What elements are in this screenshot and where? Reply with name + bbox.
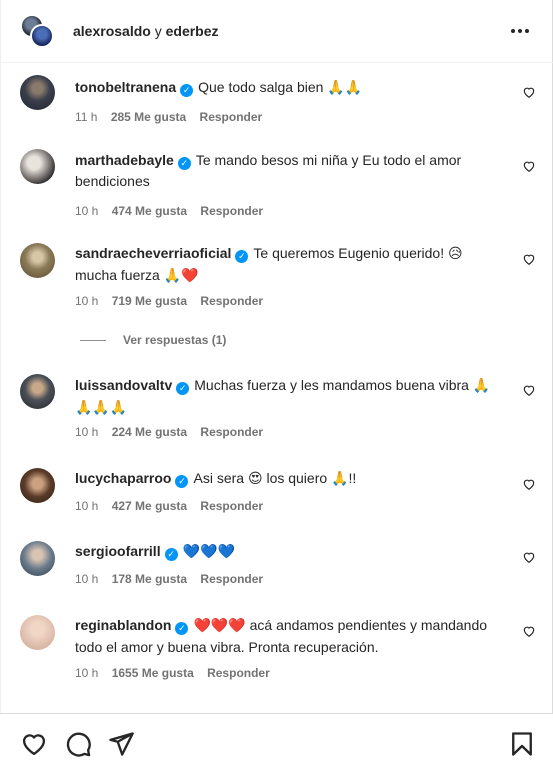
comment-username[interactable]: marthadebayle [75, 152, 174, 168]
author-username[interactable]: alexrosaldo [73, 23, 151, 39]
comment-time[interactable]: 10 h [75, 294, 98, 308]
post-header: alexrosaldo y ederbez [0, 0, 553, 63]
heart-outline-icon[interactable] [520, 622, 538, 640]
paper-plane-icon[interactable] [107, 730, 135, 758]
verified-badge-icon: ✓ [175, 622, 189, 635]
collab-avatars[interactable] [20, 14, 56, 50]
comment-text: Te queremos Eugenio querido! [253, 245, 445, 261]
comment-time[interactable]: 10 h [75, 499, 98, 513]
verified-badge-icon: ✓ [180, 84, 194, 97]
heart-outline-icon[interactable] [520, 548, 538, 566]
post-authors: alexrosaldo y ederbez [73, 22, 219, 40]
comment-emoji: ❤️❤️❤️ [193, 618, 246, 634]
comment-body: sergioofarrill ✓ 💙💙💙 [75, 541, 505, 563]
comment-emoji: 💙💙💙 [182, 544, 235, 560]
comment-likes[interactable]: 474 Me gusta [112, 204, 187, 218]
heart-outline-icon[interactable] [20, 730, 48, 758]
reply-button[interactable]: Responder [200, 425, 263, 439]
comment-meta: 10 h 224 Me gusta Responder [75, 425, 273, 439]
view-replies-button[interactable]: Ver respuestas (1) [80, 333, 226, 347]
comment-meta: 10 h 178 Me gusta Responder [75, 572, 273, 586]
comment-username[interactable]: reginablandon [75, 617, 171, 633]
heart-outline-icon[interactable] [520, 157, 538, 175]
comment-body: marthadebayle ✓ Te mando besos mi niña y E… [75, 150, 505, 192]
reply-button[interactable]: Responder [200, 572, 263, 586]
comment-likes[interactable]: 1655 Me gusta [112, 666, 194, 680]
avatar[interactable] [20, 149, 55, 184]
bookmark-icon[interactable] [508, 730, 536, 758]
comment-body: lucychaparroo ✓ Asi sera 😍 los quiero 🙏!! [75, 468, 505, 490]
reply-button[interactable]: Responder [200, 499, 263, 513]
comment-text: Asi sera [193, 470, 245, 486]
author-connector: y [154, 23, 162, 39]
comment-username[interactable]: lucychaparroo [75, 470, 171, 486]
comment-likes[interactable]: 224 Me gusta [112, 425, 187, 439]
comment-time[interactable]: 10 h [75, 572, 98, 586]
comment-time[interactable]: 10 h [75, 425, 98, 439]
avatar[interactable] [20, 468, 55, 503]
comment-username[interactable]: sandraecheverriaoficial [75, 245, 231, 261]
comment-likes[interactable]: 285 Me gusta [111, 110, 186, 124]
author-username[interactable]: ederbez [166, 23, 219, 39]
view-replies-label[interactable]: Ver respuestas (1) [123, 333, 226, 347]
avatar[interactable] [30, 24, 54, 48]
comment-emoji: 😥 [448, 246, 463, 262]
comment-text: Muchas fuerza y les mandamos buena vibra [194, 377, 469, 393]
comment-likes[interactable]: 427 Me gusta [112, 499, 187, 513]
replies-divider [80, 340, 106, 342]
heart-outline-icon[interactable] [520, 83, 538, 101]
comment-username[interactable]: tonobeltranena [75, 79, 176, 95]
comment-emoji: 😍 [247, 471, 263, 487]
comment-username[interactable]: luissandovaltv [75, 377, 172, 393]
verified-badge-icon: ✓ [175, 475, 189, 488]
heart-outline-icon[interactable] [520, 381, 538, 399]
comment-body: tonobeltranena ✓ Que todo salga bien 🙏🙏 [75, 77, 505, 99]
heart-outline-icon[interactable] [520, 250, 538, 268]
reply-button[interactable]: Responder [200, 110, 263, 124]
heart-outline-icon[interactable] [520, 475, 538, 493]
comment-meta: 10 h 1655 Me gusta Responder [75, 666, 280, 680]
comment-likes[interactable]: 719 Me gusta [112, 294, 187, 308]
avatar[interactable] [20, 615, 55, 650]
comment-likes[interactable]: 178 Me gusta [112, 572, 187, 586]
comments-list: tonobeltranena ✓ Que todo salga bien 🙏🙏 11… [0, 63, 553, 713]
verified-badge-icon: ✓ [164, 548, 178, 561]
comment-meta: 10 h 427 Me gusta Responder [75, 499, 273, 513]
verified-badge-icon: ✓ [176, 382, 190, 395]
comment-text: los quiero [266, 470, 328, 486]
reply-button[interactable]: Responder [200, 204, 263, 218]
comment-time[interactable]: 10 h [75, 666, 98, 680]
reply-button[interactable]: Responder [200, 294, 263, 308]
comment-emoji: 🙏 [331, 471, 349, 487]
comment-time[interactable]: 11 h [75, 110, 97, 124]
avatar[interactable] [20, 541, 55, 576]
comment-body: reginablandon ✓ ❤️❤️❤️ acá andamos pendien… [75, 615, 505, 658]
comment-emoji: 🙏🙏 [327, 80, 363, 96]
comment-emoji: 🙏❤️ [163, 268, 199, 284]
avatar[interactable] [20, 374, 55, 409]
avatar[interactable] [20, 243, 55, 278]
verified-badge-icon: ✓ [235, 250, 249, 263]
comment-meta: 10 h 719 Me gusta Responder [75, 294, 273, 308]
verified-badge-icon: ✓ [177, 157, 191, 170]
more-options-icon[interactable] [505, 20, 535, 42]
comment-bubble-icon[interactable] [64, 730, 92, 758]
comment-meta: 10 h 474 Me gusta Responder [75, 204, 273, 218]
comment-body: luissandovaltv ✓ Muchas fuerza y les manda… [75, 375, 505, 419]
comment-body: sandraecheverriaoficial ✓ Te queremos Euge… [75, 243, 505, 287]
comment-meta: 11 h 285 Me gusta Responder [75, 110, 272, 124]
avatar[interactable] [20, 75, 55, 110]
comment-text: mucha fuerza [75, 267, 160, 283]
comment-text: Que todo salga bien [198, 79, 324, 95]
comment-text: !! [348, 470, 357, 486]
comment-time[interactable]: 10 h [75, 204, 98, 218]
comment-username[interactable]: sergioofarrill [75, 543, 161, 559]
post-action-bar [0, 713, 553, 772]
reply-button[interactable]: Responder [207, 666, 270, 680]
